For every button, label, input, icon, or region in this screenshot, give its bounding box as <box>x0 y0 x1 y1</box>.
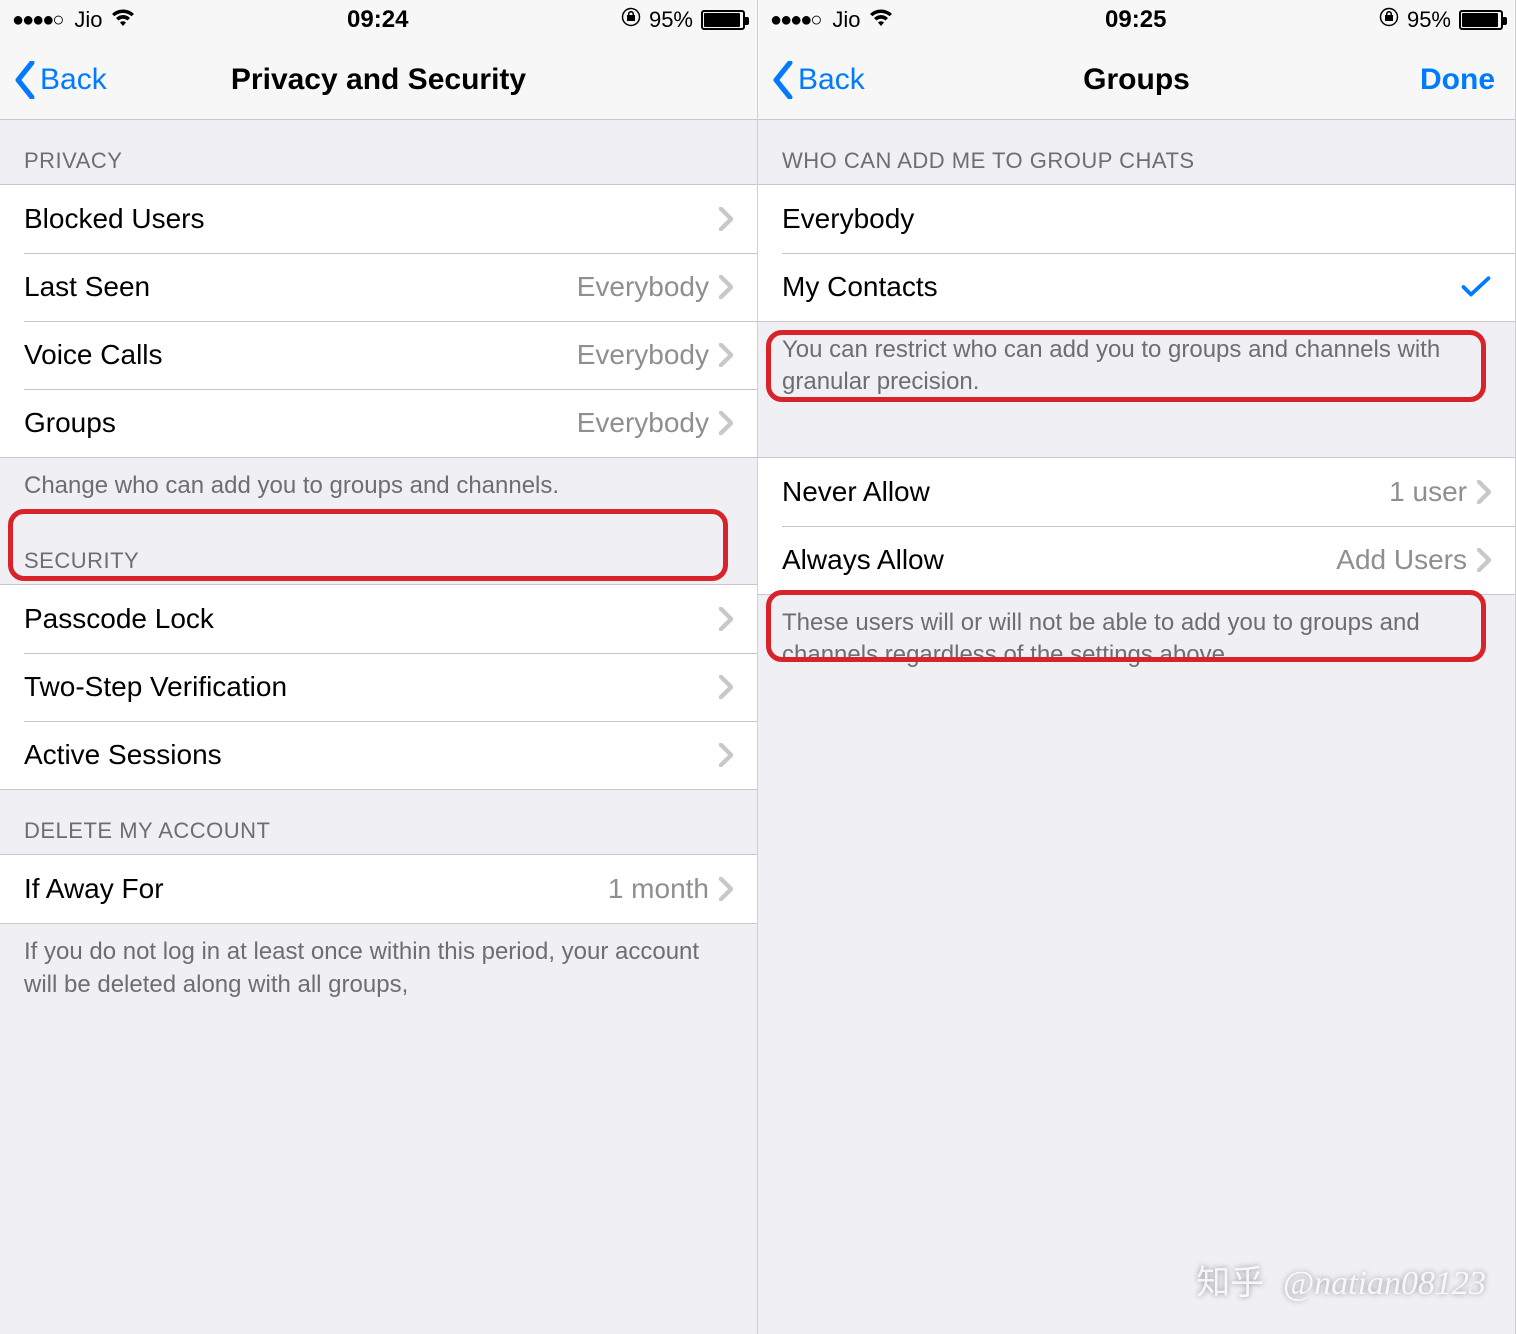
list-security: Passcode Lock Two-Step Verification Acti… <box>0 584 757 790</box>
nav-bar: Back Groups Done <box>758 40 1515 120</box>
status-bar: ●●●●○ Jio 09:25 95% <box>758 0 1515 40</box>
row-active-sessions[interactable]: Active Sessions <box>0 721 757 789</box>
chevron-left-icon <box>772 61 794 99</box>
row-always-allow[interactable]: Always Allow Add Users <box>758 526 1515 594</box>
list-exceptions: Never Allow 1 user Always Allow Add User… <box>758 457 1515 595</box>
section-header-privacy: PRIVACY <box>0 120 757 184</box>
chevron-right-icon <box>1477 548 1491 572</box>
list-who: Everybody My Contacts <box>758 184 1515 322</box>
row-blocked-users[interactable]: Blocked Users <box>0 185 757 253</box>
row-value: 1 month <box>608 873 709 905</box>
row-two-step-verification[interactable]: Two-Step Verification <box>0 653 757 721</box>
checkmark-icon <box>1461 275 1491 299</box>
row-value: 1 user <box>1389 476 1467 508</box>
done-button[interactable]: Done <box>1420 63 1495 97</box>
orientation-lock-icon <box>621 7 641 33</box>
battery-icon <box>1459 10 1503 30</box>
chevron-left-icon <box>14 61 36 99</box>
row-label: Last Seen <box>24 271 150 303</box>
chevron-right-icon <box>719 675 733 699</box>
row-value: Everybody <box>577 271 709 303</box>
list-privacy: Blocked Users Last Seen Everybody Voice … <box>0 184 757 458</box>
row-label: Groups <box>24 407 116 439</box>
orientation-lock-icon <box>1379 7 1399 33</box>
back-label: Back <box>798 63 865 97</box>
row-value: Add Users <box>1336 544 1467 576</box>
row-never-allow[interactable]: Never Allow 1 user <box>758 458 1515 526</box>
row-voice-calls[interactable]: Voice Calls Everybody <box>0 321 757 389</box>
back-label: Back <box>40 63 107 97</box>
carrier-label: Jio <box>832 7 860 33</box>
battery-percent: 95% <box>649 7 693 33</box>
content: WHO CAN ADD ME TO GROUP CHATS Everybody … <box>758 120 1515 1334</box>
section-header-who: WHO CAN ADD ME TO GROUP CHATS <box>758 120 1515 184</box>
row-label: Blocked Users <box>24 203 205 235</box>
row-label: Two-Step Verification <box>24 671 287 703</box>
list-delete: If Away For 1 month <box>0 854 757 924</box>
chevron-right-icon <box>719 607 733 631</box>
back-button[interactable]: Back <box>14 61 107 99</box>
signal-dots-icon: ●●●●○ <box>12 9 62 32</box>
row-label: My Contacts <box>782 271 938 303</box>
status-bar: ●●●●○ Jio 09:24 95% <box>0 0 757 40</box>
chevron-right-icon <box>719 343 733 367</box>
signal-dots-icon: ●●●●○ <box>770 9 820 32</box>
row-label: Voice Calls <box>24 339 163 371</box>
row-my-contacts[interactable]: My Contacts <box>758 253 1515 321</box>
nav-bar: Back Privacy and Security <box>0 40 757 120</box>
back-button[interactable]: Back <box>772 61 865 99</box>
page-title: Groups <box>758 63 1515 97</box>
row-value: Everybody <box>577 407 709 439</box>
page-title: Privacy and Security <box>0 63 757 97</box>
chevron-right-icon <box>719 275 733 299</box>
battery-percent: 95% <box>1407 7 1451 33</box>
chevron-right-icon <box>719 743 733 767</box>
row-if-away-for[interactable]: If Away For 1 month <box>0 855 757 923</box>
row-label: Passcode Lock <box>24 603 214 635</box>
chevron-right-icon <box>719 207 733 231</box>
screen-privacy-security: ●●●●○ Jio 09:24 95% Back Privacy and Sec… <box>0 0 758 1334</box>
chevron-right-icon <box>1477 480 1491 504</box>
row-label: Always Allow <box>782 544 944 576</box>
row-label: Everybody <box>782 203 914 235</box>
carrier-label: Jio <box>74 7 102 33</box>
row-label: If Away For <box>24 873 164 905</box>
section-footer-privacy: Change who can add you to groups and cha… <box>0 458 757 520</box>
wifi-icon <box>869 7 893 33</box>
row-last-seen[interactable]: Last Seen Everybody <box>0 253 757 321</box>
chevron-right-icon <box>719 877 733 901</box>
row-value: Everybody <box>577 339 709 371</box>
wifi-icon <box>111 7 135 33</box>
chevron-right-icon <box>719 411 733 435</box>
section-header-delete: DELETE MY ACCOUNT <box>0 790 757 854</box>
section-header-security: SECURITY <box>0 520 757 584</box>
section-footer-exceptions: These users will or will not be able to … <box>758 595 1515 690</box>
content: PRIVACY Blocked Users Last Seen Everybod… <box>0 120 757 1334</box>
row-groups[interactable]: Groups Everybody <box>0 389 757 457</box>
row-everybody[interactable]: Everybody <box>758 185 1515 253</box>
row-label: Never Allow <box>782 476 930 508</box>
row-passcode-lock[interactable]: Passcode Lock <box>0 585 757 653</box>
status-time: 09:24 <box>347 6 408 34</box>
section-footer-who: You can restrict who can add you to grou… <box>758 322 1515 417</box>
battery-icon <box>701 10 745 30</box>
status-time: 09:25 <box>1105 6 1166 34</box>
row-label: Active Sessions <box>24 739 222 771</box>
section-footer-delete: If you do not log in at least once withi… <box>0 924 757 1019</box>
screen-groups: ●●●●○ Jio 09:25 95% Back Groups Done WHO… <box>758 0 1516 1334</box>
